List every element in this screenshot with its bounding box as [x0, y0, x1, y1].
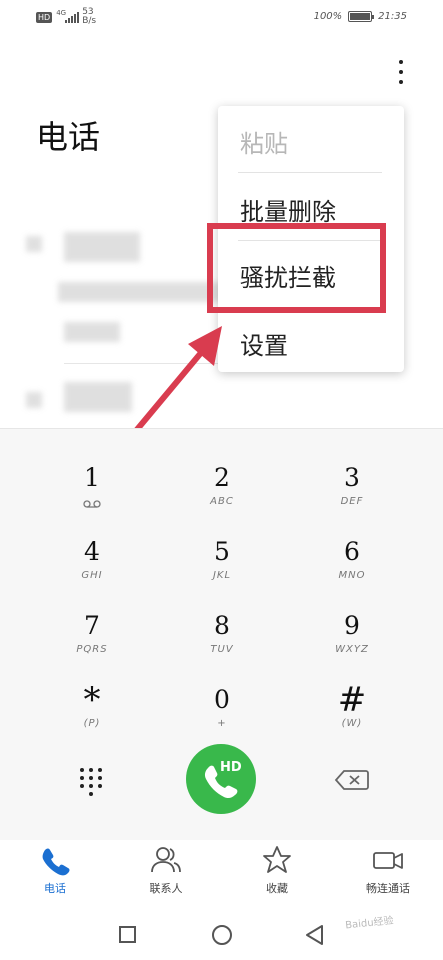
contacts-icon	[151, 847, 181, 873]
blurred-name[interactable]	[64, 382, 132, 412]
video-call-icon	[373, 852, 403, 869]
blurred-avatar	[26, 392, 42, 408]
page-title: 电话	[36, 118, 101, 156]
blurred-avatar	[26, 236, 42, 252]
menu-item-batch-delete[interactable]: 批量删除	[240, 192, 336, 227]
voicemail-icon	[83, 500, 101, 508]
blurred-location	[64, 322, 120, 342]
hd-badge: HD	[36, 11, 53, 23]
key-star[interactable]: * (P)	[22, 683, 162, 755]
key-8[interactable]: 8 TUV	[152, 611, 292, 681]
key-3[interactable]: 3 DEF	[282, 463, 422, 533]
signal-icon: 4G	[56, 9, 80, 23]
recent-apps-button[interactable]	[119, 926, 136, 943]
battery-percent: 100%	[313, 11, 343, 22]
dialpad: 1 2 ABC 3 DEF 4 GHI 5 JKL 6 MNO 7 PQRS 8…	[0, 428, 443, 840]
key-hash[interactable]: # (W)	[282, 683, 422, 755]
more-vertical-icon[interactable]	[392, 58, 410, 86]
backspace-icon[interactable]	[334, 769, 370, 791]
key-6[interactable]: 6 MNO	[282, 537, 422, 607]
status-bar: HD 4G 53 B/s 100% 21:35	[0, 0, 443, 34]
tab-phone[interactable]: 电话	[0, 844, 110, 904]
home-button[interactable]	[212, 925, 232, 945]
blurred-number	[58, 282, 222, 302]
status-left: HD 4G 53 B/s	[36, 8, 96, 26]
menu-separator	[238, 172, 382, 173]
back-button[interactable]	[305, 924, 325, 946]
star-icon	[263, 846, 291, 873]
battery-icon	[348, 11, 375, 22]
blurred-name[interactable]	[64, 232, 140, 262]
key-2[interactable]: 2 ABC	[152, 463, 292, 533]
key-1[interactable]: 1	[22, 463, 162, 533]
clock: 21:35	[378, 11, 407, 22]
key-4[interactable]: 4 GHI	[22, 537, 162, 607]
key-9[interactable]: 9 WXYZ	[282, 611, 422, 681]
phone-icon	[42, 848, 70, 876]
network-speed: 53 B/s	[82, 7, 97, 26]
bottom-tab-bar: 电话 联系人 收藏 畅连通话	[0, 840, 443, 904]
phone-icon	[204, 765, 238, 799]
tab-meetime[interactable]: 畅连通话	[333, 844, 443, 904]
tab-favorites[interactable]: 收藏	[222, 844, 332, 904]
highlight-box	[207, 223, 386, 313]
dialpad-grid-icon[interactable]	[76, 766, 106, 796]
key-7[interactable]: 7 PQRS	[22, 611, 162, 681]
call-hd-badge: HD	[220, 760, 242, 775]
tab-contacts[interactable]: 联系人	[111, 844, 221, 904]
call-button[interactable]: HD	[186, 744, 256, 814]
menu-item-paste[interactable]: 粘贴	[240, 124, 288, 159]
menu-item-settings[interactable]: 设置	[240, 326, 288, 361]
key-5[interactable]: 5 JKL	[152, 537, 292, 607]
status-right: 100% 21:35	[314, 11, 407, 22]
